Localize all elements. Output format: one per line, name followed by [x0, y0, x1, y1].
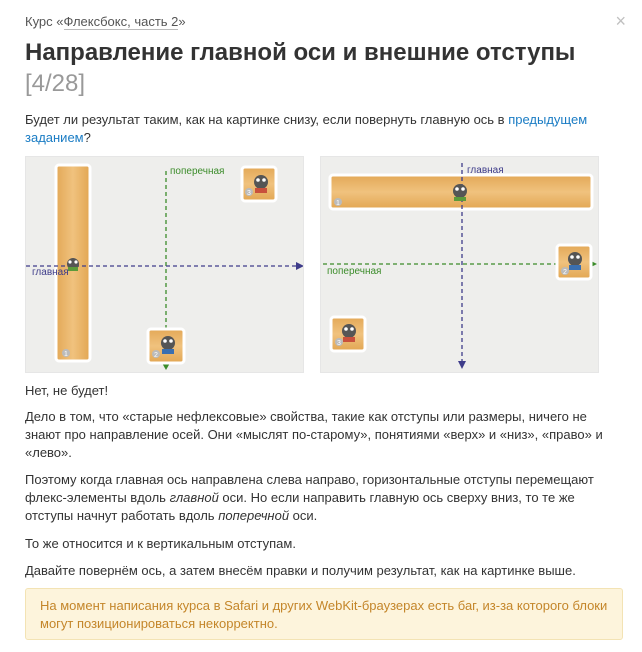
question-text: Будет ли результат таким, как на картинк…: [25, 111, 615, 147]
main-axis-arrow: [296, 262, 303, 270]
course-suffix: »: [178, 14, 186, 29]
raccoon-icon: [568, 252, 582, 270]
cross-axis-label: поперечная: [327, 266, 381, 277]
emphasis-main: главной: [169, 490, 219, 505]
question-body: Будет ли результат таким, как на картинк…: [25, 112, 509, 127]
main-axis-arrow: [458, 361, 466, 369]
warning-note: На момент написания курса в Safari и дру…: [25, 588, 623, 640]
paragraph-2-c: оси.: [289, 508, 318, 523]
item-number-2: 2: [563, 269, 567, 276]
paragraph-4: Давайте повернём ось, а затем внесём пра…: [25, 563, 576, 578]
raccoon-icon: [161, 336, 175, 354]
main-axis-label: главная: [32, 267, 69, 278]
cross-axis-label: поперечная: [170, 166, 224, 177]
item-number-3: 3: [337, 340, 341, 347]
answer-text: Нет, не будет!: [25, 383, 109, 398]
course-link[interactable]: Флексбокс, часть 2: [63, 14, 179, 30]
figure-row-layout: 1 главная поперечная 2 3: [320, 156, 599, 373]
item-number-1: 1: [336, 200, 340, 207]
figure-row-svg: 1 главная поперечная 2 3: [323, 163, 597, 369]
main-axis-label: главная: [467, 165, 504, 176]
item-number-3: 3: [247, 190, 251, 197]
paragraph-3: То же относится и к вертикальным отступа…: [25, 536, 296, 551]
emphasis-cross: поперечной: [218, 508, 290, 523]
task-counter: [4/28]: [25, 70, 86, 97]
figure-column-svg: 1 поперечная главная 3 2: [26, 163, 303, 370]
raccoon-icon: [254, 175, 268, 193]
close-icon[interactable]: ×: [615, 12, 626, 30]
raccoon-icon: [453, 184, 467, 201]
figure-column-layout: 1 поперечная главная 3 2: [25, 156, 304, 373]
page-title: Направление главной оси и внешние отступ…: [25, 39, 576, 66]
course-prefix: Курс «: [25, 14, 64, 29]
question-suffix: ?: [83, 130, 91, 145]
item-number-2: 2: [154, 352, 158, 359]
raccoon-icon: [342, 324, 356, 342]
course-breadcrumb: Курс «Флексбокс, часть 2»: [25, 14, 186, 30]
item-number-1: 1: [64, 351, 68, 358]
paragraph-1: Дело в том, что «старые нефлексовые» сво…: [25, 409, 603, 460]
paragraph-2: Поэтому когда главная ось направлена сле…: [25, 471, 620, 525]
raccoon-icon: [67, 258, 79, 271]
